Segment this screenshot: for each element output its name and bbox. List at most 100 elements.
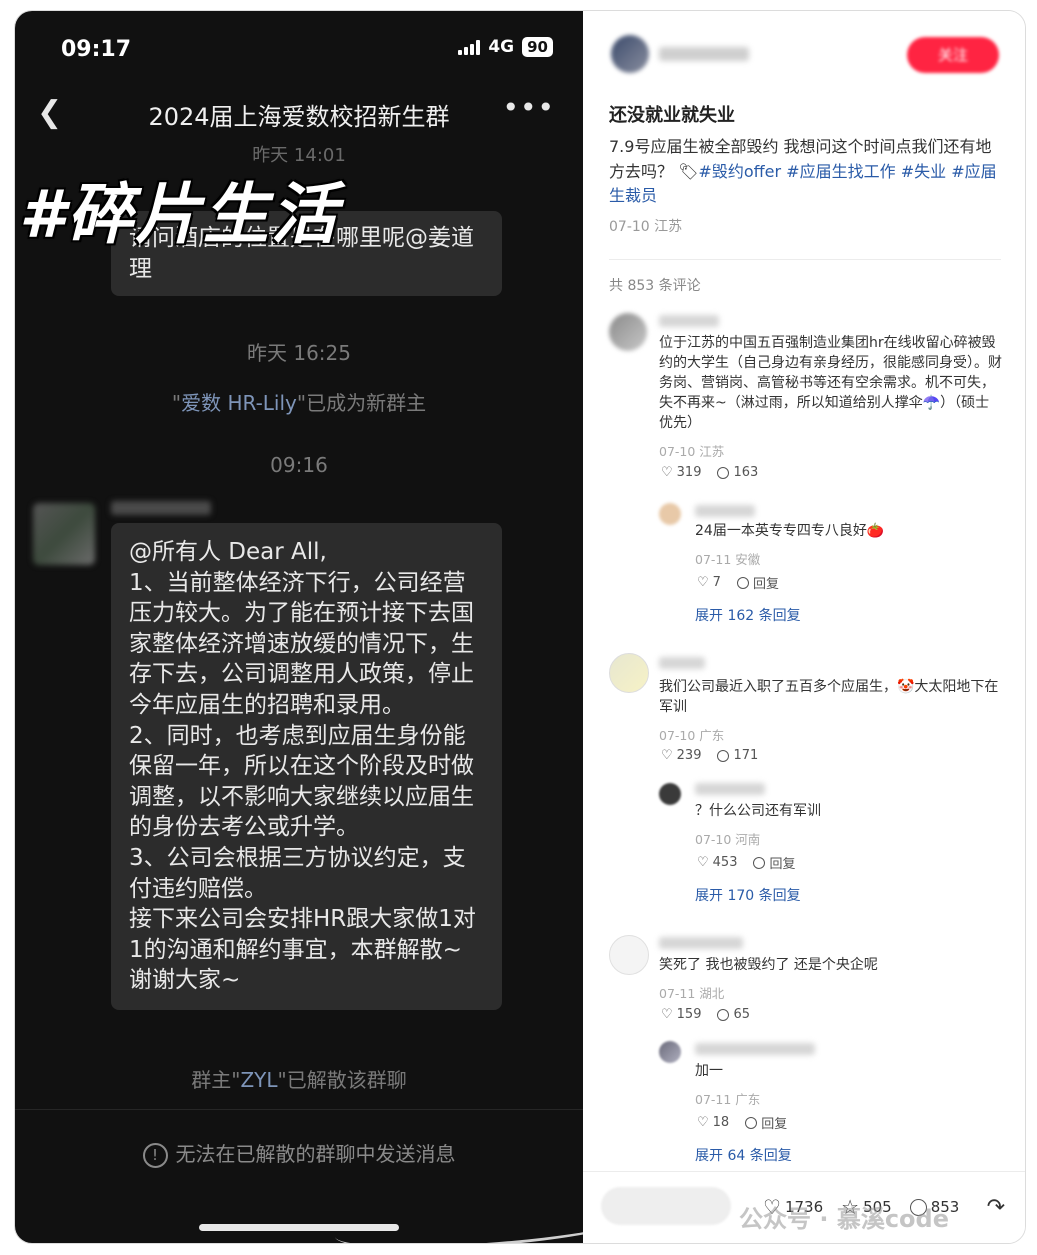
comment-count: 共 853 条评论 (609, 278, 701, 294)
status-right: 4G 90 (458, 37, 553, 57)
heart-icon: ♡ (661, 1007, 673, 1022)
like-button[interactable]: ♡ 239 (661, 748, 701, 763)
system-message-new-owner: "爱数 HR-Lily"已成为新群主 (171, 391, 427, 415)
reply-text: 加一 (695, 1063, 723, 1079)
heart-icon: ♡ (697, 575, 709, 590)
follow-button[interactable]: 关注 (907, 37, 999, 73)
status-bar: 09:17 4G 90 (61, 37, 553, 63)
reply-name[interactable] (695, 1043, 815, 1055)
hashtag[interactable]: #应届生找工作 (786, 162, 895, 181)
battery-icon: 90 (522, 37, 553, 57)
post-header: 关注 (611, 35, 1005, 79)
divider (583, 1171, 1025, 1172)
comment-text: 笑死了 我也被毁约了 还是个央企呢 (659, 957, 878, 973)
heart-icon: ♡ (661, 465, 673, 480)
reply-avatar[interactable] (659, 783, 681, 805)
post-title: 还没就业就失业 (609, 105, 735, 126)
chat-nav-bar: ❮ 2024届上海爱数校招新生群 ••• (15, 91, 583, 135)
comment-icon (753, 856, 766, 869)
reply-avatar[interactable] (659, 1041, 681, 1063)
reply-name[interactable] (695, 783, 765, 795)
announcement-line: 接下来公司会安排HR跟大家做1对1的沟通和解约事宜，本群解散~谢谢大家~ (129, 906, 476, 994)
tag-icon: 🏷 (678, 161, 699, 181)
hashtag-watermark: #碎片生活 (19, 176, 339, 253)
post-meta: 07-10 江苏 (609, 219, 683, 235)
more-options-icon[interactable]: ••• (502, 91, 555, 124)
reply-text: ？什么公司还有军训 (695, 803, 821, 819)
reply-actions: ♡ 18 回复 (697, 1113, 787, 1132)
author-avatar[interactable] (611, 35, 649, 73)
timestamp: 昨天 16:25 (247, 341, 351, 365)
heart-icon: ♡ (661, 748, 673, 763)
owner-name: ZYL (240, 1068, 278, 1092)
post-body: 7.9号应届生被全部毁约 我想问这个时间点我们还有地方去吗？ 🏷#毁约offer… (609, 135, 1001, 209)
reply-meta: 07-11 安徽 (695, 552, 761, 567)
comment-text: 我们公司最近入职了五百多个应届生，🤡大太阳地下在军训 (659, 679, 999, 715)
like-button[interactable]: ♡ 319 (661, 465, 701, 480)
reply-meta: 07-10 河南 (695, 832, 761, 847)
reply-count-button[interactable]: 163 (717, 465, 758, 480)
chat-title: 2024届上海爱数校招新生群 (148, 103, 450, 131)
like-button[interactable]: ♡ 18 (697, 1113, 729, 1132)
comment-meta: 07-11 湖北 (659, 986, 725, 1001)
announcement-bubble[interactable]: @所有人 Dear All, 1、当前整体经济下行，公司经营压力较大。为了能在预… (111, 523, 502, 1010)
comment-icon (717, 466, 730, 479)
comment-meta: 07-10 江苏 (659, 444, 725, 459)
avatar[interactable] (33, 503, 95, 565)
commenter-name[interactable] (659, 937, 743, 949)
hashtag[interactable]: #毁约offer (698, 162, 781, 181)
wechat-chat-screen: 09:17 4G 90 ❮ 2024届上海爱数校招新生群 ••• 昨天 14:0… (15, 11, 636, 1243)
divider (15, 1109, 583, 1110)
commenter-name[interactable] (659, 315, 719, 327)
author-name[interactable] (659, 47, 749, 61)
post-panel: 关注 还没就业就失业 7.9号应届生被全部毁约 我想问这个时间点我们还有地方去吗… (583, 11, 1025, 1243)
reply-name[interactable] (695, 505, 755, 517)
reply-count-button[interactable]: 171 (717, 748, 758, 763)
warning-icon: ! (142, 1143, 168, 1168)
comment-icon (736, 576, 749, 589)
reply-actions: ♡ 453 回复 (697, 853, 796, 872)
announcement-line: 1、当前整体经济下行，公司经营压力较大。为了能在预计接下去国家整体经济增速放缓的… (129, 569, 474, 718)
like-button[interactable]: ♡ 453 (697, 853, 737, 872)
announcement-line: @所有人 Dear All, (129, 539, 327, 565)
wechat-watermark: 公众号 · 慕溪code (739, 1205, 949, 1233)
network-label: 4G (488, 37, 515, 57)
reply-button[interactable]: 回复 (753, 853, 796, 872)
heart-icon: ♡ (697, 1115, 709, 1130)
cannot-send-note: ! 无法在已解散的群聊中发送消息 (15, 1138, 583, 1168)
system-message-dissolved: 群主"ZYL"已解散该群聊 (191, 1068, 407, 1092)
screenshot-card: 09:17 4G 90 ❮ 2024届上海爱数校招新生群 ••• 昨天 14:0… (14, 10, 1026, 1244)
hr-name-link[interactable]: 爱数 HR-Lily (181, 391, 297, 415)
commenter-avatar[interactable] (609, 653, 649, 693)
commenter-name[interactable] (659, 657, 705, 669)
announcement-line: 2、同时，也考虑到应届生身份能保留一年，所以在这个阶段及时做调整，以不影响大家继… (129, 722, 474, 841)
announcement-line: 3、公司会根据三方协议约定，支付违约赔偿。 (129, 844, 466, 902)
reply-button[interactable]: 回复 (745, 1113, 787, 1132)
commenter-avatar[interactable] (609, 935, 649, 975)
reply-count-button[interactable]: 65 (717, 1007, 750, 1022)
hashtag[interactable]: #失业 (901, 162, 946, 181)
reply-avatar[interactable] (659, 503, 681, 525)
reply-meta: 07-11 广东 (695, 1092, 761, 1107)
reply-text: 24届一本英专专四专八良好🍅 (695, 523, 885, 539)
comment-icon (745, 1116, 758, 1129)
share-icon[interactable]: ↷ (987, 1195, 1005, 1220)
home-indicator[interactable] (199, 1224, 399, 1231)
expand-replies-link[interactable]: 展开 162 条回复 (695, 605, 801, 625)
comment-text: 位于江苏的中国五百强制造业集团hr在线收留心碎被毁约的大学生（自己身边有亲身经历… (659, 335, 1002, 431)
expand-replies-link[interactable]: 展开 64 条回复 (695, 1145, 792, 1165)
comment-actions: ♡ 159 65 (661, 1007, 750, 1022)
like-button[interactable]: ♡ 7 (697, 573, 721, 592)
reply-button[interactable]: 回复 (736, 573, 779, 592)
signal-icon (458, 39, 481, 55)
commenter-avatar[interactable] (609, 313, 647, 351)
divider (609, 259, 1001, 260)
status-time: 09:17 (61, 37, 132, 62)
comment-meta: 07-10 广东 (659, 728, 725, 743)
like-button[interactable]: ♡ 159 (661, 1007, 701, 1022)
comment-icon (717, 1008, 730, 1021)
expand-replies-link[interactable]: 展开 170 条回复 (695, 885, 801, 905)
comment-input[interactable] (601, 1187, 731, 1225)
heart-icon: ♡ (697, 855, 709, 870)
timestamp: 09:16 (270, 453, 328, 477)
